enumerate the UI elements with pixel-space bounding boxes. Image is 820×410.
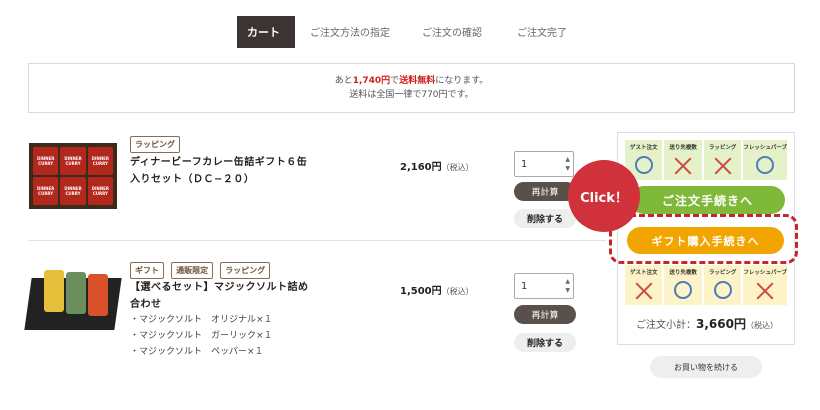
can: DINNER CURRY <box>60 177 86 205</box>
option-multi-dest: 送り先複数 <box>664 140 702 180</box>
product-image-curry: DINNER CURRY DINNER CURRY DINNER CURRY DIN… <box>29 143 117 209</box>
option-wrapping: ラッピング <box>703 140 742 180</box>
product-image-salt <box>24 264 122 334</box>
continue-shopping-button[interactable]: お買い物を続ける <box>650 356 762 378</box>
can: DINNER CURRY <box>33 147 59 175</box>
gift-order-button[interactable]: ギフト購入手続きへ <box>627 227 784 254</box>
circle-icon <box>674 281 693 299</box>
order-button[interactable]: ご注文手続きへ <box>630 186 785 214</box>
spinner-icon[interactable]: ▲ ▼ <box>565 155 570 173</box>
step-confirm: ご注文の確認 <box>422 28 482 39</box>
can: DINNER CURRY <box>60 147 86 175</box>
spinner-icon[interactable]: ▲ ▼ <box>565 277 570 295</box>
options-top: ゲスト注文 送り先複数 ラッピング フレッシュパーブ <box>625 140 787 180</box>
tag-online-only: 通販限定 <box>171 262 214 279</box>
step-arrow <box>283 16 295 48</box>
cross-icon <box>634 281 654 301</box>
item1-name[interactable]: ディナービーフカレー缶詰ギフト６缶 入りセット（ＤＣ−２０） <box>130 154 307 188</box>
item2-tags: ギフト 通販限定 ラッピング <box>130 258 272 279</box>
item1-recalc-button[interactable]: 再計算 <box>514 182 576 201</box>
tag-wrapping: ラッピング <box>220 262 271 279</box>
item1-delete-button[interactable]: 削除する <box>514 209 576 228</box>
option-fresh-herb: フレッシュパーブ <box>743 140 787 180</box>
circle-icon <box>634 156 653 174</box>
step-complete: ご注文完了 <box>517 28 567 39</box>
shipping-notice: あと1,740円で送料無料になります。 送料は全国一律で770円です。 <box>28 63 795 113</box>
item1-tags: ラッピング <box>130 132 182 153</box>
step-method: ご注文方法の指定 <box>310 28 390 39</box>
divider <box>28 240 606 241</box>
option-wrapping: ラッピング <box>703 265 742 305</box>
item2-name[interactable]: 【選べるセット】マジックソルト詰め 合わせ <box>130 279 309 313</box>
option-multi-dest: 送り先複数 <box>664 265 702 305</box>
circle-icon <box>713 281 732 299</box>
cross-icon <box>755 281 775 301</box>
item2-recalc-button[interactable]: 再計算 <box>514 305 576 324</box>
can: DINNER CURRY <box>87 177 113 205</box>
tag-gift: ギフト <box>130 262 164 279</box>
item2-contents: ・マジックソルト オリジナル×１ ・マジックソルト ガーリック×１ ・マジックソ… <box>130 315 273 357</box>
click-callout: Click！ <box>568 160 640 232</box>
can: DINNER CURRY <box>87 147 113 175</box>
option-guest: ゲスト注文 <box>625 265 663 305</box>
item2-price: 1,500円（税込） <box>400 286 474 297</box>
item2-delete-button[interactable]: 削除する <box>514 333 576 352</box>
subtotal: ご注文小計：3,660円（税込） <box>636 317 778 331</box>
option-fresh-herb: フレッシュパーブ <box>743 265 787 305</box>
item1-qty-input[interactable]: 1 ▲ ▼ <box>514 151 574 177</box>
can: DINNER CURRY <box>33 177 59 205</box>
tag-wrapping: ラッピング <box>130 136 180 153</box>
circle-icon <box>756 156 775 174</box>
item1-price: 2,160円（税込） <box>400 162 474 173</box>
item2-qty-input[interactable]: 1 ▲ ▼ <box>514 273 574 299</box>
cross-icon <box>673 156 693 176</box>
options-bottom: ゲスト注文 送り先複数 ラッピング フレッシュパーブ <box>625 265 787 305</box>
cross-icon <box>713 156 733 176</box>
